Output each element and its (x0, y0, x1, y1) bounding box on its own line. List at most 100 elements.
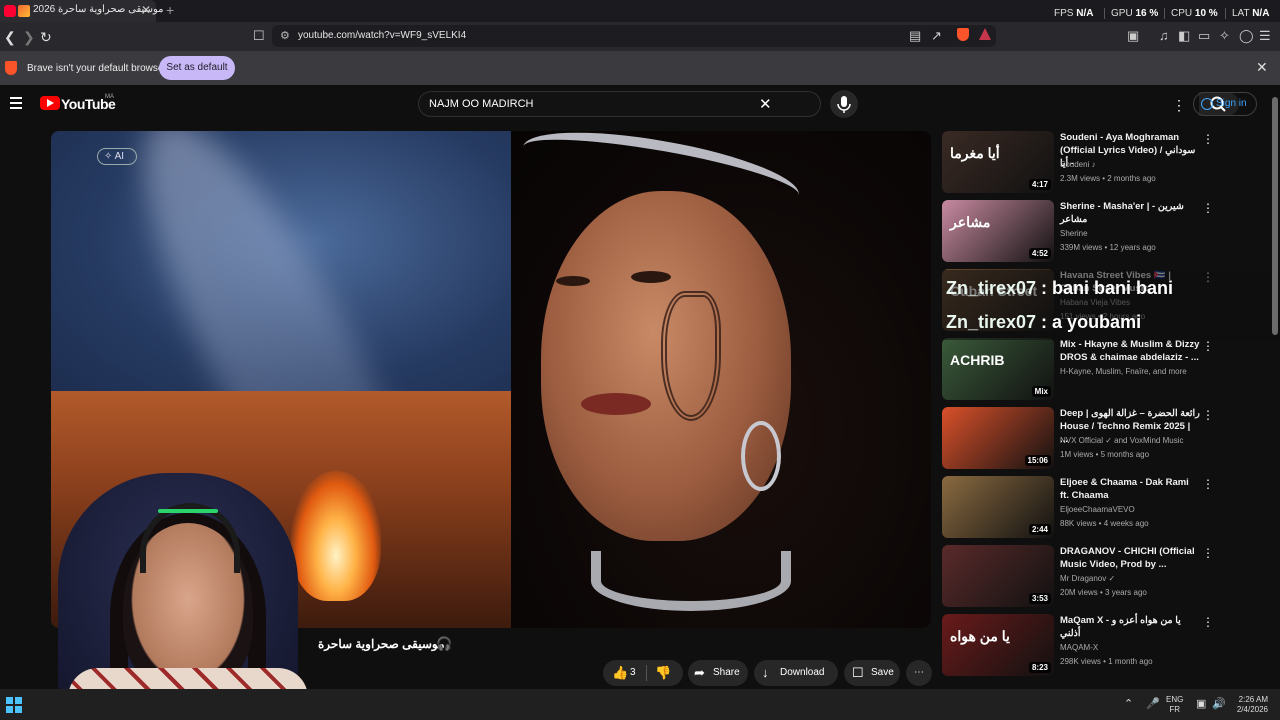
wallet-icon[interactable]: ▭ (1198, 28, 1210, 44)
cpu-readout: CPU 10 % (1164, 8, 1218, 19)
more-actions-icon: ⋯ (914, 667, 924, 678)
save-button[interactable]: ☐ Save (844, 660, 900, 686)
new-tab-button[interactable]: + (166, 2, 174, 18)
recommendation-card[interactable]: مشاعر 4:52 Sherine - Masha'er | شيرين - مش… (942, 200, 1262, 262)
channel-name[interactable]: H-Kayne, Muslim, Fnaïre, and more (1060, 367, 1187, 376)
sidebar-panel-icon[interactable]: ▣ (1127, 28, 1139, 44)
recommendation-title[interactable]: Mix - Hkayne & Muslim & Dizzy DROS & cha… (1060, 338, 1200, 364)
recommendation-more-icon[interactable]: ⋮ (1202, 339, 1214, 353)
search-box: NAJM OO MADIRCH ✕ (418, 91, 1239, 117)
lips (581, 393, 651, 415)
forward-icon[interactable]: ❯ (23, 29, 35, 46)
thumbnail-text: أيا مغرما (950, 145, 1000, 161)
fps-readout: FPS N/A (1054, 8, 1094, 19)
reload-icon[interactable]: ↻ (40, 29, 52, 46)
gpu-readout: GPU 16 % (1104, 8, 1158, 19)
video-thumbnail[interactable]: 2:44 (942, 476, 1054, 538)
microphone-tray-icon[interactable]: 🎤 (1146, 697, 1160, 710)
video-thumbnail[interactable]: مشاعر 4:52 (942, 200, 1054, 262)
voice-search-button[interactable] (830, 90, 858, 118)
chat-message: Zn_tirex07 : bani bani bani (946, 278, 1173, 299)
recommendation-more-icon[interactable]: ⋮ (1202, 546, 1214, 560)
channel-name[interactable]: Mr Draganov ✓ (1060, 574, 1115, 583)
recommendation-more-icon[interactable]: ⋮ (1202, 201, 1214, 215)
main-menu-icon[interactable]: ☰ (1259, 28, 1271, 44)
channel-name[interactable]: MAQAM-X (1060, 643, 1098, 652)
set-as-default-button[interactable]: Set as default (159, 56, 235, 80)
more-actions-button[interactable]: ⋯ (906, 660, 932, 686)
chat-username: Zn_tirex07 (946, 278, 1037, 298)
tray-overflow-icon[interactable]: ⌃ (1124, 697, 1133, 710)
guide-menu-icon[interactable] (10, 97, 22, 109)
chat-username: Zn_tirex07 (946, 312, 1037, 332)
like-count: 3 (630, 667, 636, 678)
music-icon[interactable]: ♫ (1159, 28, 1169, 43)
input-language[interactable]: ENG FR (1166, 695, 1183, 715)
share-icon: ➦ (694, 665, 705, 680)
youtube-favicon-icon (4, 5, 16, 17)
recommendation-title[interactable]: MaQam X - يا من هواه أعزه و أذلني (1060, 614, 1200, 640)
channel-name[interactable]: Soudeni ♪ (1060, 160, 1096, 169)
youtube-logo-icon[interactable] (40, 96, 60, 110)
address-bar[interactable]: ⚙ youtube.com/watch?v=WF9_sVELKI4 (272, 25, 996, 47)
thumbnail-text: مشاعر (950, 214, 991, 230)
channel-name[interactable]: Sherine (1060, 229, 1088, 238)
download-icon: ↓ (762, 665, 769, 680)
infobar-message: Brave isn't your default browser (27, 63, 167, 74)
recommendation-card[interactable]: 3:53 DRAGANOV - CHICHI (Official Music Vi… (942, 545, 1262, 607)
browser-tab[interactable]: موسيقى صحراوية ساحرة 2026 ✕ (0, 0, 163, 22)
download-button[interactable]: ↓ Download (754, 660, 838, 686)
page-scrollbar[interactable] (1272, 97, 1278, 335)
recommendation-more-icon[interactable]: ⋮ (1202, 408, 1214, 422)
windows-start-icon[interactable] (6, 697, 22, 713)
dislike-icon[interactable]: 👎 (655, 660, 671, 686)
duration-badge: 4:52 (1028, 248, 1051, 259)
volume-icon[interactable]: 🔊 (1212, 697, 1226, 710)
settings-more-icon[interactable]: ⋮ (1172, 97, 1186, 114)
recommendation-more-icon[interactable]: ⋮ (1202, 132, 1214, 146)
recommendation-title[interactable]: Sherine - Masha'er | شيرين - مشاعر (1060, 200, 1200, 226)
vpn-icon[interactable]: ◯ (1239, 28, 1254, 44)
like-icon[interactable]: 👍 (612, 660, 628, 686)
network-icon[interactable]: ▣ (1196, 697, 1206, 710)
bookmark-icon[interactable]: ☐ (253, 28, 265, 44)
video-thumbnail[interactable]: 3:53 (942, 545, 1054, 607)
brave-rewards-icon[interactable] (979, 28, 991, 40)
video-thumbnail[interactable]: ACHRIB Mix (942, 338, 1054, 400)
video-thumbnail[interactable]: أيا مغرما 4:17 (942, 131, 1054, 193)
video-thumbnail[interactable]: يا من هواه 8:23 (942, 614, 1054, 676)
clear-search-icon[interactable]: ✕ (759, 95, 772, 113)
recommendation-card[interactable]: أيا مغرما 4:17 Soudeni - Aya Moghraman (Of… (942, 131, 1262, 193)
cast-icon[interactable]: ▤ (909, 28, 921, 44)
sign-in-button[interactable]: Sign in (1193, 92, 1257, 116)
recommendation-title[interactable]: Eljoee & Chaama - Dak Rami ft. Chaama (1060, 476, 1200, 502)
brave-shields-icon[interactable] (957, 28, 969, 41)
ai-generated-badge: ✧ AI (97, 148, 137, 165)
video-thumbnail[interactable]: 15:06 (942, 407, 1054, 469)
reader-icon[interactable]: ◧ (1178, 28, 1190, 44)
like-dislike-group: 👍 3 👎 (603, 660, 683, 686)
system-clock[interactable]: 2:26 AM 2/4/2026 (1226, 695, 1268, 715)
infobar-close-icon[interactable]: ✕ (1256, 59, 1268, 76)
recommendation-title[interactable]: DRAGANOV - CHICHI (Official Music Video,… (1060, 545, 1200, 571)
leo-ai-icon[interactable]: ✧ (1219, 28, 1230, 44)
tab-close-icon[interactable]: ✕ (141, 3, 151, 17)
share-page-icon[interactable]: ↗ (931, 28, 942, 44)
recommendation-card[interactable]: يا من هواه 8:23 MaQam X - يا من هواه أعزه … (942, 614, 1262, 676)
channel-name[interactable]: NVX Official ✓ and VoxMind Music (1060, 436, 1184, 445)
recommendation-card[interactable]: 2:44 Eljoee & Chaama - Dak Rami ft. Chaam… (942, 476, 1262, 538)
recommendation-more-icon[interactable]: ⋮ (1202, 615, 1214, 629)
site-info-icon[interactable]: ⚙ (280, 29, 290, 42)
share-button[interactable]: ➦ Share (688, 660, 748, 686)
extension-favicon-icon (18, 5, 30, 17)
search-input[interactable]: NAJM OO MADIRCH (429, 98, 534, 110)
back-icon[interactable]: ❮ (4, 29, 16, 46)
default-browser-infobar: Brave isn't your default browser Set as … (0, 51, 1280, 85)
download-label: Download (780, 667, 825, 678)
channel-name[interactable]: EljoeeChaamaVEVO (1060, 505, 1135, 514)
chat-text: a youbami (1052, 312, 1142, 332)
recommendation-card[interactable]: ACHRIB Mix Mix - Hkayne & Muslim & Dizzy D… (942, 338, 1262, 400)
youtube-header: YouTube MA NAJM OO MADIRCH ✕ ⋮ Sign in (0, 85, 1280, 125)
recommendation-card[interactable]: 15:06 Deep | رائعة الحضرة – غزالة الهوى H… (942, 407, 1262, 469)
recommendation-more-icon[interactable]: ⋮ (1202, 477, 1214, 491)
